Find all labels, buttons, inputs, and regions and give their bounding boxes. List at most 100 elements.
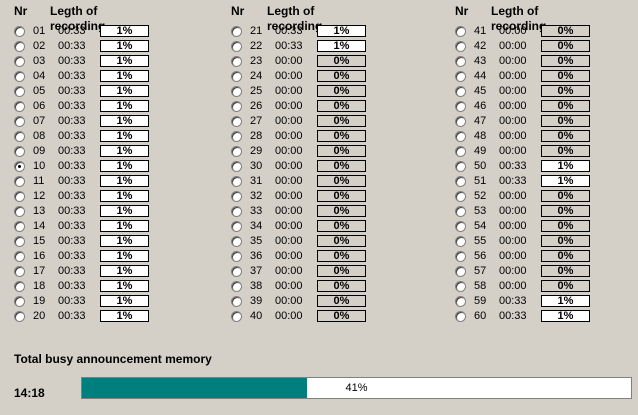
- announcement-radio[interactable]: [14, 206, 25, 217]
- announcement-row[interactable]: 09 00:33 1%: [14, 144, 174, 159]
- announcement-radio[interactable]: [231, 41, 242, 52]
- announcement-row[interactable]: 54 00:00 0%: [455, 219, 615, 234]
- announcement-row[interactable]: 60 00:33 1%: [455, 309, 615, 324]
- announcement-radio[interactable]: [455, 86, 466, 97]
- announcement-radio[interactable]: [455, 116, 466, 127]
- announcement-radio[interactable]: [14, 161, 25, 172]
- announcement-row[interactable]: 07 00:33 1%: [14, 114, 174, 129]
- announcement-row[interactable]: 10 00:33 1%: [14, 159, 174, 174]
- announcement-row[interactable]: 43 00:00 0%: [455, 54, 615, 69]
- announcement-row[interactable]: 49 00:00 0%: [455, 144, 615, 159]
- announcement-radio[interactable]: [231, 251, 242, 262]
- announcement-radio[interactable]: [455, 191, 466, 202]
- announcement-radio[interactable]: [231, 236, 242, 247]
- announcement-row[interactable]: 32 00:00 0%: [231, 189, 391, 204]
- announcement-row[interactable]: 15 00:33 1%: [14, 234, 174, 249]
- announcement-radio[interactable]: [14, 41, 25, 52]
- announcement-row[interactable]: 12 00:33 1%: [14, 189, 174, 204]
- announcement-radio[interactable]: [231, 176, 242, 187]
- announcement-radio[interactable]: [14, 176, 25, 187]
- announcement-row[interactable]: 04 00:33 1%: [14, 69, 174, 84]
- announcement-radio[interactable]: [14, 311, 25, 322]
- announcement-radio[interactable]: [231, 146, 242, 157]
- announcement-row[interactable]: 35 00:00 0%: [231, 234, 391, 249]
- announcement-radio[interactable]: [455, 146, 466, 157]
- announcement-radio[interactable]: [455, 41, 466, 52]
- announcement-row[interactable]: 03 00:33 1%: [14, 54, 174, 69]
- announcement-row[interactable]: 17 00:33 1%: [14, 264, 174, 279]
- announcement-row[interactable]: 45 00:00 0%: [455, 84, 615, 99]
- announcement-row[interactable]: 01 00:33 1%: [14, 24, 174, 39]
- announcement-radio[interactable]: [14, 251, 25, 262]
- announcement-row[interactable]: 34 00:00 0%: [231, 219, 391, 234]
- announcement-radio[interactable]: [14, 131, 25, 142]
- announcement-row[interactable]: 20 00:33 1%: [14, 309, 174, 324]
- announcement-row[interactable]: 44 00:00 0%: [455, 69, 615, 84]
- announcement-row[interactable]: 58 00:00 0%: [455, 279, 615, 294]
- announcement-row[interactable]: 24 00:00 0%: [231, 69, 391, 84]
- announcement-row[interactable]: 57 00:00 0%: [455, 264, 615, 279]
- announcement-radio[interactable]: [455, 221, 466, 232]
- announcement-radio[interactable]: [455, 161, 466, 172]
- announcement-radio[interactable]: [231, 116, 242, 127]
- announcement-radio[interactable]: [14, 236, 25, 247]
- announcement-radio[interactable]: [14, 26, 25, 37]
- announcement-radio[interactable]: [231, 296, 242, 307]
- announcement-row[interactable]: 19 00:33 1%: [14, 294, 174, 309]
- announcement-row[interactable]: 31 00:00 0%: [231, 174, 391, 189]
- announcement-row[interactable]: 59 00:33 1%: [455, 294, 615, 309]
- announcement-radio[interactable]: [14, 221, 25, 232]
- announcement-row[interactable]: 13 00:33 1%: [14, 204, 174, 219]
- announcement-row[interactable]: 02 00:33 1%: [14, 39, 174, 54]
- announcement-row[interactable]: 18 00:33 1%: [14, 279, 174, 294]
- announcement-radio[interactable]: [231, 281, 242, 292]
- announcement-row[interactable]: 33 00:00 0%: [231, 204, 391, 219]
- announcement-row[interactable]: 08 00:33 1%: [14, 129, 174, 144]
- announcement-row[interactable]: 47 00:00 0%: [455, 114, 615, 129]
- announcement-radio[interactable]: [455, 176, 466, 187]
- announcement-row[interactable]: 06 00:33 1%: [14, 99, 174, 114]
- announcement-row[interactable]: 46 00:00 0%: [455, 99, 615, 114]
- announcement-radio[interactable]: [14, 116, 25, 127]
- announcement-radio[interactable]: [231, 206, 242, 217]
- announcement-row[interactable]: 16 00:33 1%: [14, 249, 174, 264]
- announcement-radio[interactable]: [14, 101, 25, 112]
- announcement-radio[interactable]: [231, 71, 242, 82]
- announcement-radio[interactable]: [14, 296, 25, 307]
- announcement-radio[interactable]: [14, 56, 25, 67]
- announcement-row[interactable]: 41 00:00 0%: [455, 24, 615, 39]
- announcement-row[interactable]: 50 00:33 1%: [455, 159, 615, 174]
- announcement-radio[interactable]: [455, 56, 466, 67]
- announcement-row[interactable]: 42 00:00 0%: [455, 39, 615, 54]
- announcement-radio[interactable]: [455, 296, 466, 307]
- announcement-row[interactable]: 22 00:33 1%: [231, 39, 391, 54]
- announcement-row[interactable]: 53 00:00 0%: [455, 204, 615, 219]
- announcement-radio[interactable]: [455, 266, 466, 277]
- announcement-radio[interactable]: [455, 236, 466, 247]
- announcement-radio[interactable]: [455, 131, 466, 142]
- announcement-radio[interactable]: [455, 311, 466, 322]
- announcement-radio[interactable]: [231, 191, 242, 202]
- announcement-row[interactable]: 23 00:00 0%: [231, 54, 391, 69]
- announcement-radio[interactable]: [14, 191, 25, 202]
- announcement-row[interactable]: 48 00:00 0%: [455, 129, 615, 144]
- announcement-radio[interactable]: [14, 266, 25, 277]
- announcement-row[interactable]: 05 00:33 1%: [14, 84, 174, 99]
- announcement-radio[interactable]: [455, 206, 466, 217]
- announcement-row[interactable]: 14 00:33 1%: [14, 219, 174, 234]
- announcement-radio[interactable]: [231, 26, 242, 37]
- announcement-radio[interactable]: [455, 71, 466, 82]
- announcement-radio[interactable]: [455, 26, 466, 37]
- announcement-row[interactable]: 38 00:00 0%: [231, 279, 391, 294]
- announcement-row[interactable]: 25 00:00 0%: [231, 84, 391, 99]
- announcement-row[interactable]: 21 00:33 1%: [231, 24, 391, 39]
- announcement-radio[interactable]: [14, 146, 25, 157]
- announcement-row[interactable]: 27 00:00 0%: [231, 114, 391, 129]
- announcement-radio[interactable]: [231, 101, 242, 112]
- announcement-row[interactable]: 28 00:00 0%: [231, 129, 391, 144]
- announcement-radio[interactable]: [231, 86, 242, 97]
- announcement-row[interactable]: 29 00:00 0%: [231, 144, 391, 159]
- announcement-radio[interactable]: [231, 221, 242, 232]
- announcement-radio[interactable]: [455, 281, 466, 292]
- announcement-radio[interactable]: [231, 161, 242, 172]
